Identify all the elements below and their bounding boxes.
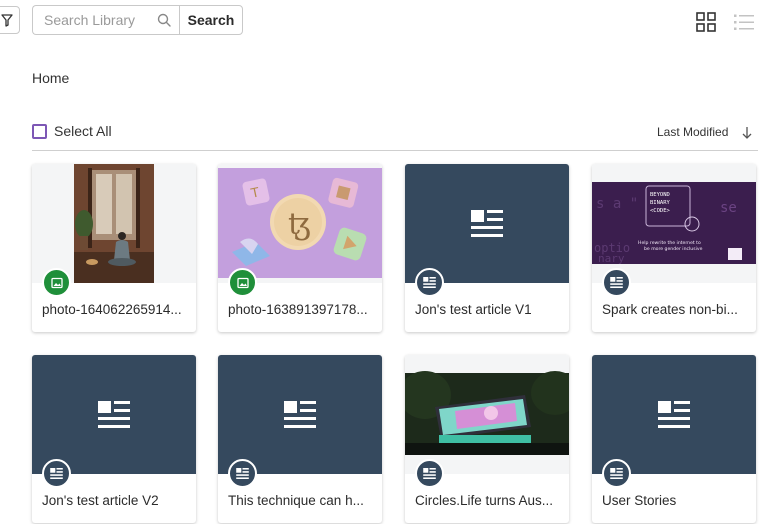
image-type-badge xyxy=(228,268,257,297)
svg-text:nary: nary xyxy=(598,252,625,265)
card-thumbnail: T ꜩ xyxy=(218,164,382,283)
photo-thumbnail: s a " se optio nary BEYOND BINARY <CODE>… xyxy=(592,182,756,265)
article-icon xyxy=(610,277,623,288)
card-title[interactable]: This technique can h... xyxy=(228,493,376,508)
photo-thumbnail xyxy=(74,164,154,283)
card-thumbnail xyxy=(405,164,569,283)
asset-card[interactable]: Jon's test article V2 xyxy=(32,355,196,523)
card-thumbnail xyxy=(32,355,196,474)
search-input[interactable] xyxy=(44,12,144,28)
image-icon xyxy=(236,277,249,288)
article-icon xyxy=(50,468,63,479)
select-all[interactable]: Select All xyxy=(32,123,112,139)
thumb-text: BINARY xyxy=(650,200,671,206)
asset-card[interactable]: s a " se optio nary BEYOND BINARY <CODE>… xyxy=(592,164,756,332)
asset-card[interactable]: Jon's test article V1 xyxy=(405,164,569,332)
asset-card[interactable]: This technique can h... xyxy=(218,355,382,523)
card-title[interactable]: User Stories xyxy=(602,493,750,508)
image-icon xyxy=(50,277,63,288)
svg-text:s a ": s a " xyxy=(596,196,638,212)
card-title[interactable]: Circles.Life turns Aus... xyxy=(415,493,563,508)
list-view-icon[interactable] xyxy=(733,12,755,32)
select-all-checkbox[interactable] xyxy=(32,123,47,139)
article-icon xyxy=(423,277,436,288)
asset-card[interactable]: User Stories xyxy=(592,355,756,523)
divider xyxy=(32,150,758,151)
thumb-text: <CODE> xyxy=(650,208,671,214)
asset-card[interactable]: photo-164062265914... xyxy=(32,164,196,332)
card-title[interactable]: Jon's test article V2 xyxy=(42,493,190,508)
photo-thumbnail xyxy=(405,371,569,455)
asset-card[interactable]: T ꜩ photo-163891397178... xyxy=(218,164,382,332)
article-icon xyxy=(471,209,503,237)
article-icon xyxy=(284,400,316,428)
card-thumbnail xyxy=(592,355,756,474)
card-title[interactable]: Spark creates non-bi... xyxy=(602,302,750,317)
article-icon xyxy=(610,468,623,479)
sort-label[interactable]: Last Modified xyxy=(657,125,728,139)
card-title[interactable]: photo-164062265914... xyxy=(42,302,190,317)
svg-text:se: se xyxy=(720,200,737,216)
article-type-badge xyxy=(415,268,444,297)
article-icon xyxy=(236,468,249,479)
article-type-badge xyxy=(602,268,631,297)
asset-card[interactable]: Circles.Life turns Aus... xyxy=(405,355,569,523)
article-icon xyxy=(423,468,436,479)
filter-button[interactable] xyxy=(0,6,20,34)
card-title[interactable]: photo-163891397178... xyxy=(228,302,376,317)
article-type-badge xyxy=(42,459,71,488)
search-button[interactable]: Search xyxy=(179,5,243,35)
card-thumbnail xyxy=(218,355,382,474)
search-icon[interactable] xyxy=(157,13,171,27)
thumb-text: BEYOND xyxy=(650,192,670,198)
breadcrumb[interactable]: Home xyxy=(32,70,69,86)
photo-thumbnail: T ꜩ xyxy=(218,168,382,278)
search-bar: Search xyxy=(32,5,243,35)
card-thumbnail xyxy=(405,355,569,474)
article-type-badge xyxy=(415,459,444,488)
image-type-badge xyxy=(42,268,71,297)
card-title[interactable]: Jon's test article V1 xyxy=(415,302,563,317)
article-type-badge xyxy=(602,459,631,488)
article-type-badge xyxy=(228,459,257,488)
thumb-caption: be more gender inclusive xyxy=(644,246,703,252)
card-thumbnail: s a " se optio nary BEYOND BINARY <CODE>… xyxy=(592,164,756,283)
sort-down-icon[interactable] xyxy=(742,126,752,139)
sort-control[interactable]: Last Modified xyxy=(657,125,752,139)
select-all-label: Select All xyxy=(54,123,112,139)
svg-text:ꜩ: ꜩ xyxy=(288,207,311,242)
card-thumbnail xyxy=(32,164,196,283)
filter-icon xyxy=(1,13,13,27)
grid-view-icon[interactable] xyxy=(696,12,716,32)
search-field xyxy=(32,5,179,35)
thumb-caption: Help rewrite the internet to xyxy=(638,240,701,246)
article-icon xyxy=(658,400,690,428)
article-icon xyxy=(98,400,130,428)
